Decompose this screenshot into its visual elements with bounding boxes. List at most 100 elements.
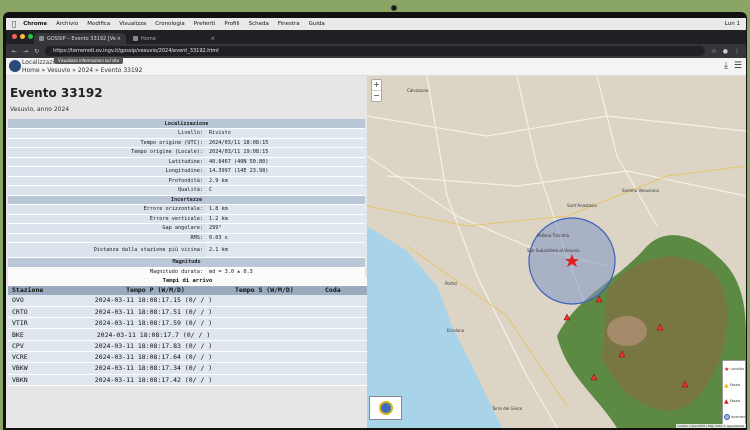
- field-value: 1.2 km: [206, 214, 365, 224]
- field-label: Livello:: [8, 128, 206, 139]
- map-place-label: Calvizzano: [407, 88, 429, 93]
- forward-icon[interactable]: →: [23, 48, 28, 55]
- osservatorio-vesuviano-logo[interactable]: [369, 396, 402, 420]
- map-place-label: Torre del Greco: [492, 406, 523, 411]
- field-label: Qualità:: [8, 185, 206, 196]
- url-text: https://terremoti.ov.ingv.it/gossip/vesu…: [53, 48, 219, 54]
- menu-item[interactable]: Visualizza: [119, 21, 146, 27]
- field-label: Magnitudo durata:: [8, 267, 206, 277]
- field-label: Tempo origine (Locale):: [8, 147, 206, 158]
- field-value: 2.1 km: [206, 242, 365, 258]
- zoom-out-button[interactable]: −: [372, 91, 381, 101]
- column-header: Tempo P (W/M/D): [76, 285, 231, 295]
- menu-item[interactable]: Profili: [224, 21, 239, 27]
- browser-tab-active[interactable]: GOSSIP – Evento 33192 [Ve ×: [34, 33, 126, 44]
- field-label: RMS:: [8, 233, 206, 243]
- back-icon[interactable]: ←: [12, 48, 17, 55]
- section-header: Magnitudo: [8, 257, 365, 268]
- legend-label: Stazio: [729, 383, 741, 387]
- browser-tab-bar: GOSSIP – Evento 33192 [Ve × Home ×: [6, 30, 746, 44]
- field-value: 2.9 km: [206, 176, 365, 186]
- menu-item[interactable]: Preferiti: [194, 21, 216, 27]
- s-arrival-time: [231, 362, 321, 375]
- field-label: Distanza dalla stazione più vicina:: [8, 242, 206, 258]
- menu-item[interactable]: Guida: [309, 21, 325, 27]
- site-info-tooltip: Visualizza informazioni sul sito: [54, 57, 124, 64]
- table-row: VBKW 2024-03-11 18:08:17.34 (0/ / ): [8, 362, 367, 375]
- bookmark-star-icon[interactable]: ☆: [711, 48, 716, 55]
- zoom-in-button[interactable]: +: [372, 80, 381, 91]
- coda-cell: [321, 328, 367, 341]
- field-label: Gap angolare:: [8, 223, 206, 234]
- menu-item[interactable]: Archivio: [56, 21, 78, 27]
- map-place-label: Pollena Trocchia: [537, 233, 570, 238]
- webcam: [391, 5, 397, 11]
- p-arrival-time: 2024-03-11 18:08:17.7 (0/ / ): [76, 328, 231, 341]
- ingv-logo[interactable]: [9, 60, 21, 72]
- favicon-icon: [133, 36, 138, 41]
- station-code: BKE: [8, 328, 76, 341]
- triangle-icon: ▲: [724, 381, 729, 389]
- section-header: Localizzazione: [8, 119, 365, 129]
- field-value: 40.8467 (40N 50.80): [206, 157, 365, 167]
- download-icon[interactable]: ⤓: [724, 61, 728, 71]
- coda-cell: [321, 306, 367, 319]
- tab-title: GOSSIP – Evento 33192 [Ve: [47, 35, 116, 42]
- table-row: CRTO 2024-03-11 18:08:17.51 (0/ / ): [8, 306, 367, 319]
- s-arrival-time: [231, 340, 321, 352]
- section-header: Tempi di arrivo: [8, 277, 367, 286]
- close-tab-icon[interactable]: ×: [211, 36, 215, 42]
- p-arrival-time: 2024-03-11 18:08:17.34 (0/ / ): [76, 362, 231, 375]
- triangle-icon: ▲: [724, 397, 729, 405]
- coda-cell: [321, 340, 367, 352]
- menu-item[interactable]: Cronologia: [155, 21, 184, 27]
- menu-item[interactable]: Modifica: [87, 21, 110, 27]
- hamburger-menu-icon[interactable]: ☰: [734, 61, 742, 71]
- address-bar[interactable]: https://terremoti.ov.ingv.it/gossip/vesu…: [45, 46, 706, 56]
- station-code: VBKN: [8, 374, 76, 386]
- p-arrival-time: 2024-03-11 18:08:17.59 (0/ / ): [76, 317, 231, 330]
- table-row: VTIR 2024-03-11 18:08:17.59 (0/ / ): [8, 317, 367, 330]
- field-value: md = 3.0 ± 0.3: [206, 267, 365, 277]
- field-label: Latitudine:: [8, 157, 206, 167]
- menu-kebab-icon[interactable]: ⋮: [734, 48, 740, 55]
- p-arrival-time: 2024-03-11 18:08:17.15 (0/ / ): [76, 295, 231, 307]
- s-arrival-time: [231, 317, 321, 330]
- menu-app-name[interactable]: Chrome: [23, 21, 47, 27]
- station-code: VBKW: [8, 362, 76, 375]
- field-value: 0.03 s: [206, 233, 365, 243]
- favicon-icon: [39, 36, 44, 41]
- browser-tab[interactable]: Home ×: [128, 33, 220, 44]
- field-label: Errore orizzontale:: [8, 204, 206, 215]
- field-label: Longitudine:: [8, 166, 206, 177]
- s-arrival-time: [231, 374, 321, 386]
- station-code: OVO: [8, 295, 76, 307]
- screen:  Chrome Archivio Modifica Visualizza Cr…: [6, 18, 746, 428]
- legend-label: Stazio: [729, 399, 741, 403]
- menu-item[interactable]: Scheda: [249, 21, 269, 27]
- breadcrumb[interactable]: Home » Vesuvio » 2024 » Evento 33192: [22, 67, 142, 74]
- zoom-window-button[interactable]: [28, 34, 33, 39]
- p-arrival-time: 2024-03-11 18:08:17.51 (0/ / ): [76, 306, 231, 319]
- close-tab-icon[interactable]: ×: [117, 36, 121, 42]
- field-value: 14.3997 (14E 23.98): [206, 166, 365, 177]
- circle-icon: [724, 414, 730, 420]
- table-row: OVO 2024-03-11 18:08:17.15 (0/ / ): [8, 295, 367, 307]
- s-arrival-time: [231, 295, 321, 307]
- profile-icon[interactable]: ●: [723, 48, 728, 55]
- s-arrival-time: [231, 328, 321, 341]
- laptop-frame:  Chrome Archivio Modifica Visualizza Cr…: [0, 0, 750, 430]
- minimize-window-button[interactable]: [20, 34, 25, 39]
- menu-clock: Lun 1: [724, 21, 740, 27]
- column-header: Coda: [321, 285, 367, 295]
- menu-item[interactable]: Finestra: [278, 21, 300, 27]
- close-window-button[interactable]: [12, 34, 17, 39]
- map-place-label: Ercolano: [447, 328, 465, 333]
- apple-menu-icon[interactable]: : [12, 20, 16, 28]
- reload-icon[interactable]: ↻: [34, 48, 39, 55]
- coda-cell: [321, 295, 367, 307]
- map-attribution[interactable]: Leaflet | OpenSTM | Map data © OpenStree…: [675, 424, 746, 428]
- epicenter-map[interactable]: Calvizzano Sant'Anastasia Somma Vesuvian…: [367, 76, 746, 428]
- map-zoom-control: + −: [371, 79, 382, 102]
- map-place-label: Sant'Anastasia: [567, 203, 597, 208]
